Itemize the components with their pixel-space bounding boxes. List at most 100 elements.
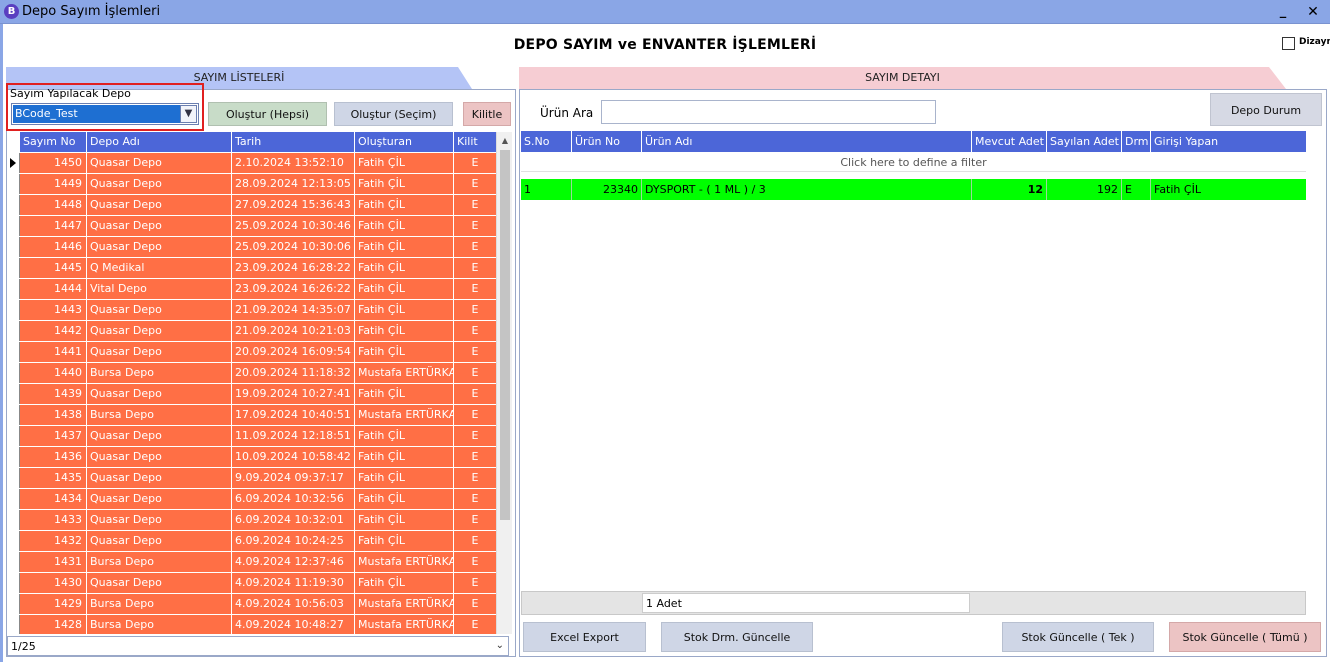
- olustur-secim-button[interactable]: Oluştur (Seçim): [334, 102, 453, 126]
- stok-guncelle-tek-button[interactable]: Stok Güncelle ( Tek ): [1002, 622, 1154, 652]
- table-row[interactable]: 1431 Bursa Depo 4.09.2024 12:37:46 Mustafa …: [7, 552, 496, 573]
- table-row[interactable]: 1435 Quasar Depo 9.09.2024 09:37:17 Fatih Ç…: [7, 468, 496, 489]
- scrollbar-thumb[interactable]: [500, 150, 510, 520]
- row-indicator[interactable]: [7, 279, 20, 299]
- cell-kilit: E: [454, 216, 496, 236]
- row-indicator[interactable]: [7, 531, 20, 551]
- urun-ara-input[interactable]: [601, 100, 936, 124]
- table-row[interactable]: 1443 Quasar Depo 21.09.2024 14:35:07 Fatih …: [7, 300, 496, 321]
- row-indicator[interactable]: [7, 258, 20, 278]
- excel-export-button[interactable]: Excel Export: [523, 622, 646, 652]
- cell-olusturan: Mustafa ERTÜRKAN: [355, 552, 454, 572]
- column-header-tarih[interactable]: Tarih: [232, 132, 355, 152]
- row-indicator[interactable]: [7, 342, 20, 362]
- row-indicator[interactable]: [7, 615, 20, 634]
- dizayn-checkbox[interactable]: [1282, 37, 1295, 50]
- chevron-down-icon[interactable]: ⌄: [496, 640, 504, 651]
- cell-olusturan: Fatih ÇİL: [355, 573, 454, 593]
- table-row[interactable]: 1438 Bursa Depo 17.09.2024 10:40:51 Mustafa…: [7, 405, 496, 426]
- cell-olusturan: Mustafa ERTÜRKAN: [355, 405, 454, 425]
- olustur-hepsi-button[interactable]: Oluştur (Hepsi): [208, 102, 327, 126]
- sayim-grid-scrollbar[interactable]: ▲: [496, 132, 512, 634]
- table-row[interactable]: 1450 Quasar Depo 2.10.2024 13:52:10 Fatih Ç…: [7, 153, 496, 174]
- row-indicator[interactable]: [7, 363, 20, 383]
- grid-navigator[interactable]: 1/25 ⌄: [7, 636, 509, 656]
- table-row[interactable]: 1448 Quasar Depo 27.09.2024 15:36:43 Fatih …: [7, 195, 496, 216]
- column-header-girisi-yapan[interactable]: Girişi Yapan: [1151, 131, 1306, 152]
- stok-guncelle-tumu-button[interactable]: Stok Güncelle ( Tümü ): [1169, 622, 1321, 652]
- table-row[interactable]: 1 23340 DYSPORT - ( 1 ML ) / 3 12 192 E …: [521, 179, 1306, 200]
- row-indicator[interactable]: [7, 153, 20, 173]
- row-indicator[interactable]: [7, 510, 20, 530]
- cell-olusturan: Fatih ÇİL: [355, 153, 454, 173]
- app-logo-icon: B: [4, 4, 19, 19]
- column-header-sayim-no[interactable]: Sayım No: [20, 132, 87, 152]
- kilitle-button[interactable]: Kilitle: [463, 102, 511, 126]
- column-header-urun-no[interactable]: Ürün No: [572, 131, 642, 152]
- depo-durum-button[interactable]: Depo Durum: [1210, 93, 1322, 126]
- cell-depo-adi: Bursa Depo: [87, 615, 232, 634]
- row-indicator[interactable]: [7, 594, 20, 614]
- row-indicator[interactable]: [7, 552, 20, 572]
- stok-drm-guncelle-button[interactable]: Stok Drm. Güncelle: [661, 622, 813, 652]
- row-indicator[interactable]: [7, 237, 20, 257]
- row-indicator[interactable]: [7, 573, 20, 593]
- column-header-drm[interactable]: Drm: [1122, 131, 1151, 152]
- close-button[interactable]: ✕: [1300, 2, 1326, 22]
- table-row[interactable]: 1437 Quasar Depo 11.09.2024 12:18:51 Fatih …: [7, 426, 496, 447]
- minimize-button[interactable]: _: [1270, 2, 1296, 22]
- table-row[interactable]: 1428 Bursa Depo 4.09.2024 10:48:27 Mustafa …: [7, 615, 496, 634]
- table-row[interactable]: 1442 Quasar Depo 21.09.2024 10:21:03 Fatih …: [7, 321, 496, 342]
- column-header-olusturan[interactable]: Oluşturan: [355, 132, 454, 152]
- row-indicator[interactable]: [7, 426, 20, 446]
- column-header-sayilan-adet[interactable]: Sayılan Adet: [1047, 131, 1122, 152]
- row-indicator[interactable]: [7, 384, 20, 404]
- cell-depo-adi: Bursa Depo: [87, 405, 232, 425]
- cell-olusturan: Fatih ÇİL: [355, 300, 454, 320]
- cell-tarih: 11.09.2024 12:18:51: [232, 426, 355, 446]
- tab-sayim-detayi-label: SAYIM DETAYI: [865, 71, 940, 84]
- window-title: Depo Sayım İşlemleri: [22, 4, 161, 19]
- dizayn-label: Dizayn: [1299, 37, 1330, 47]
- cell-kilit: E: [454, 153, 496, 173]
- table-row[interactable]: 1447 Quasar Depo 25.09.2024 10:30:46 Fatih …: [7, 216, 496, 237]
- row-indicator[interactable]: [7, 468, 20, 488]
- cell-sayim-no: 1447: [20, 216, 87, 236]
- cell-sayim-no: 1434: [20, 489, 87, 509]
- row-indicator[interactable]: [7, 216, 20, 236]
- column-chooser-icon[interactable]: [7, 132, 20, 152]
- table-row[interactable]: 1446 Quasar Depo 25.09.2024 10:30:06 Fatih …: [7, 237, 496, 258]
- tab-sayim-detayi[interactable]: SAYIM DETAYI: [519, 67, 1286, 89]
- row-indicator[interactable]: [7, 174, 20, 194]
- cell-olusturan: Fatih ÇİL: [355, 321, 454, 341]
- column-header-urun-adi[interactable]: Ürün Adı: [642, 131, 972, 152]
- row-indicator[interactable]: [7, 489, 20, 509]
- column-header-depo-adi[interactable]: Depo Adı: [87, 132, 232, 152]
- row-indicator[interactable]: [7, 195, 20, 215]
- column-header-mevcut-adet[interactable]: Mevcut Adet: [972, 131, 1047, 152]
- scroll-up-icon[interactable]: ▲: [497, 136, 513, 145]
- table-row[interactable]: 1434 Quasar Depo 6.09.2024 10:32:56 Fatih Ç…: [7, 489, 496, 510]
- cell-depo-adi: Bursa Depo: [87, 363, 232, 383]
- table-row[interactable]: 1444 Vital Depo 23.09.2024 16:26:22 Fatih Ç…: [7, 279, 496, 300]
- detay-grid-header: S.No Ürün No Ürün Adı Mevcut Adet Sayıla…: [521, 131, 1306, 152]
- row-indicator[interactable]: [7, 447, 20, 467]
- column-header-sno[interactable]: S.No: [521, 131, 572, 152]
- row-indicator[interactable]: [7, 321, 20, 341]
- table-row[interactable]: 1429 Bursa Depo 4.09.2024 10:56:03 Mustafa …: [7, 594, 496, 615]
- cell-tarih: 6.09.2024 10:32:56: [232, 489, 355, 509]
- table-row[interactable]: 1433 Quasar Depo 6.09.2024 10:32:01 Fatih Ç…: [7, 510, 496, 531]
- cell-tarih: 28.09.2024 12:13:05: [232, 174, 355, 194]
- table-row[interactable]: 1430 Quasar Depo 4.09.2024 11:19:30 Fatih Ç…: [7, 573, 496, 594]
- row-indicator[interactable]: [7, 300, 20, 320]
- table-row[interactable]: 1432 Quasar Depo 6.09.2024 10:24:25 Fatih Ç…: [7, 531, 496, 552]
- table-row[interactable]: 1440 Bursa Depo 20.09.2024 11:18:32 Mustafa…: [7, 363, 496, 384]
- table-row[interactable]: 1445 Q Medikal 23.09.2024 16:28:22 Fatih Çİ…: [7, 258, 496, 279]
- table-row[interactable]: 1441 Quasar Depo 20.09.2024 16:09:54 Fatih …: [7, 342, 496, 363]
- table-row[interactable]: 1439 Quasar Depo 19.09.2024 10:27:41 Fatih …: [7, 384, 496, 405]
- row-indicator[interactable]: [7, 405, 20, 425]
- column-header-kilit[interactable]: Kilit: [454, 132, 496, 152]
- table-row[interactable]: 1436 Quasar Depo 10.09.2024 10:58:42 Fatih …: [7, 447, 496, 468]
- filter-row[interactable]: Click here to define a filter: [521, 153, 1306, 172]
- table-row[interactable]: 1449 Quasar Depo 28.09.2024 12:13:05 Fatih …: [7, 174, 496, 195]
